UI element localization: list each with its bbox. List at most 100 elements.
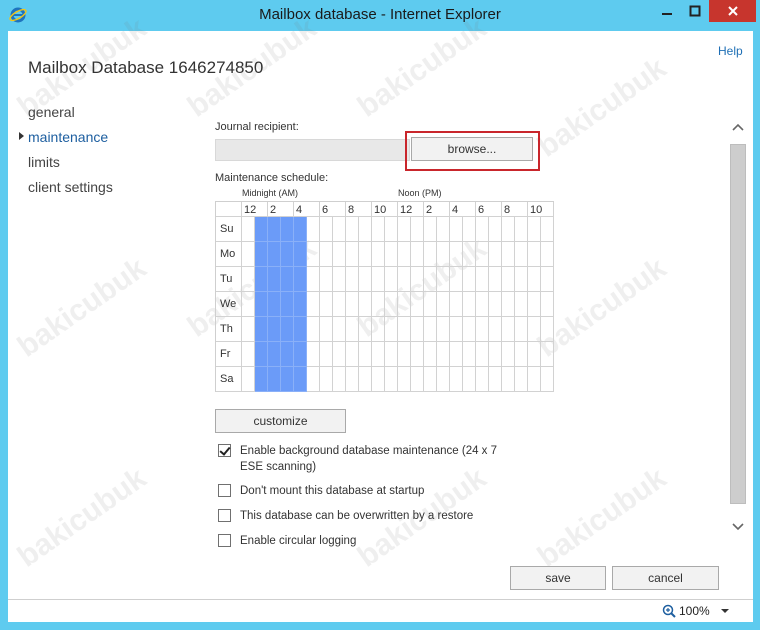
close-button[interactable] xyxy=(709,0,756,22)
schedule-hour-cell[interactable] xyxy=(307,367,320,392)
schedule-hour-cell[interactable] xyxy=(437,367,450,392)
schedule-hour-cell[interactable] xyxy=(424,342,437,367)
schedule-hour-cell[interactable] xyxy=(424,317,437,342)
schedule-hour-cell[interactable] xyxy=(333,267,346,292)
schedule-hour-cell[interactable] xyxy=(476,342,489,367)
option-circular-logging[interactable]: Enable circular logging xyxy=(218,533,356,549)
schedule-hour-cell[interactable] xyxy=(528,217,541,242)
schedule-hour-cell[interactable] xyxy=(489,217,502,242)
schedule-hour-cell[interactable] xyxy=(502,292,515,317)
customize-button[interactable]: customize xyxy=(215,409,346,433)
schedule-hour-cell[interactable] xyxy=(450,217,463,242)
schedule-hour-cell[interactable] xyxy=(372,342,385,367)
schedule-hour-cell[interactable] xyxy=(359,317,372,342)
schedule-hour-cell[interactable] xyxy=(398,292,411,317)
schedule-hour-cell[interactable] xyxy=(307,242,320,267)
schedule-hour-cell[interactable] xyxy=(437,292,450,317)
schedule-hour-cell[interactable] xyxy=(255,292,268,317)
schedule-hour-cell[interactable] xyxy=(242,242,255,267)
schedule-hour-cell[interactable] xyxy=(489,317,502,342)
schedule-hour-cell[interactable] xyxy=(255,342,268,367)
schedule-hour-cell[interactable] xyxy=(450,367,463,392)
schedule-hour-cell[interactable] xyxy=(489,292,502,317)
schedule-hour-cell[interactable] xyxy=(515,317,528,342)
schedule-hour-cell[interactable] xyxy=(424,217,437,242)
schedule-hour-cell[interactable] xyxy=(385,267,398,292)
save-button[interactable]: save xyxy=(510,566,606,590)
schedule-hour-cell[interactable] xyxy=(281,367,294,392)
schedule-hour-cell[interactable] xyxy=(489,242,502,267)
schedule-hour-cell[interactable] xyxy=(541,267,554,292)
maintenance-schedule-grid[interactable]: 12 2 4 6 8 10 12 2 4 6 8 10 Su Mo Tu We Th Fr Sa xyxy=(215,201,554,392)
schedule-hour-cell[interactable] xyxy=(398,367,411,392)
schedule-hour-cell[interactable] xyxy=(294,342,307,367)
schedule-hour-cell[interactable] xyxy=(320,267,333,292)
schedule-hour-cell[interactable] xyxy=(372,367,385,392)
schedule-hour-cell[interactable] xyxy=(515,342,528,367)
schedule-hour-cell[interactable] xyxy=(255,267,268,292)
scroll-thumb[interactable] xyxy=(730,144,746,504)
schedule-hour-cell[interactable] xyxy=(476,317,489,342)
schedule-hour-cell[interactable] xyxy=(307,217,320,242)
schedule-hour-cell[interactable] xyxy=(268,292,281,317)
checkbox-background-maintenance[interactable] xyxy=(218,444,231,457)
schedule-hour-cell[interactable] xyxy=(541,292,554,317)
schedule-hour-cell[interactable] xyxy=(320,342,333,367)
schedule-hour-cell[interactable] xyxy=(541,367,554,392)
schedule-hour-cell[interactable] xyxy=(411,342,424,367)
schedule-hour-cell[interactable] xyxy=(437,317,450,342)
schedule-hour-cell[interactable] xyxy=(528,367,541,392)
browse-button[interactable]: browse... xyxy=(411,137,533,161)
schedule-hour-cell[interactable] xyxy=(307,342,320,367)
schedule-hour-cell[interactable] xyxy=(320,292,333,317)
schedule-hour-cell[interactable] xyxy=(515,217,528,242)
scroll-down-icon[interactable] xyxy=(729,519,747,537)
schedule-hour-cell[interactable] xyxy=(346,342,359,367)
schedule-hour-cell[interactable] xyxy=(372,267,385,292)
schedule-hour-cell[interactable] xyxy=(333,317,346,342)
schedule-hour-cell[interactable] xyxy=(489,342,502,367)
schedule-hour-cell[interactable] xyxy=(255,367,268,392)
schedule-hour-cell[interactable] xyxy=(359,242,372,267)
schedule-hour-cell[interactable] xyxy=(502,267,515,292)
schedule-hour-cell[interactable] xyxy=(307,267,320,292)
schedule-hour-cell[interactable] xyxy=(450,317,463,342)
schedule-hour-cell[interactable] xyxy=(372,317,385,342)
schedule-hour-cell[interactable] xyxy=(320,217,333,242)
schedule-hour-cell[interactable] xyxy=(242,292,255,317)
schedule-hour-cell[interactable] xyxy=(281,242,294,267)
schedule-hour-cell[interactable] xyxy=(398,317,411,342)
schedule-hour-cell[interactable] xyxy=(515,267,528,292)
schedule-hour-cell[interactable] xyxy=(268,242,281,267)
option-dont-mount[interactable]: Don't mount this database at startup xyxy=(218,483,424,499)
schedule-hour-cell[interactable] xyxy=(255,217,268,242)
schedule-hour-cell[interactable] xyxy=(255,317,268,342)
schedule-hour-cell[interactable] xyxy=(294,217,307,242)
schedule-hour-cell[interactable] xyxy=(411,292,424,317)
schedule-hour-cell[interactable] xyxy=(515,367,528,392)
schedule-hour-cell[interactable] xyxy=(424,242,437,267)
schedule-hour-cell[interactable] xyxy=(359,217,372,242)
schedule-hour-cell[interactable] xyxy=(242,217,255,242)
schedule-hour-cell[interactable] xyxy=(476,267,489,292)
schedule-hour-cell[interactable] xyxy=(281,317,294,342)
schedule-hour-cell[interactable] xyxy=(411,317,424,342)
schedule-hour-cell[interactable] xyxy=(528,242,541,267)
schedule-hour-cell[interactable] xyxy=(359,267,372,292)
schedule-hour-cell[interactable] xyxy=(424,367,437,392)
vertical-scrollbar[interactable] xyxy=(729,121,747,541)
schedule-hour-cell[interactable] xyxy=(372,217,385,242)
schedule-hour-cell[interactable] xyxy=(268,217,281,242)
schedule-hour-cell[interactable] xyxy=(541,217,554,242)
schedule-hour-cell[interactable] xyxy=(242,367,255,392)
schedule-hour-cell[interactable] xyxy=(294,267,307,292)
schedule-hour-cell[interactable] xyxy=(502,367,515,392)
nav-item-general[interactable]: general xyxy=(28,104,75,120)
schedule-hour-cell[interactable] xyxy=(398,267,411,292)
schedule-hour-cell[interactable] xyxy=(476,217,489,242)
schedule-hour-cell[interactable] xyxy=(502,242,515,267)
schedule-hour-cell[interactable] xyxy=(346,292,359,317)
schedule-hour-cell[interactable] xyxy=(320,317,333,342)
schedule-hour-cell[interactable] xyxy=(333,217,346,242)
schedule-hour-cell[interactable] xyxy=(502,342,515,367)
